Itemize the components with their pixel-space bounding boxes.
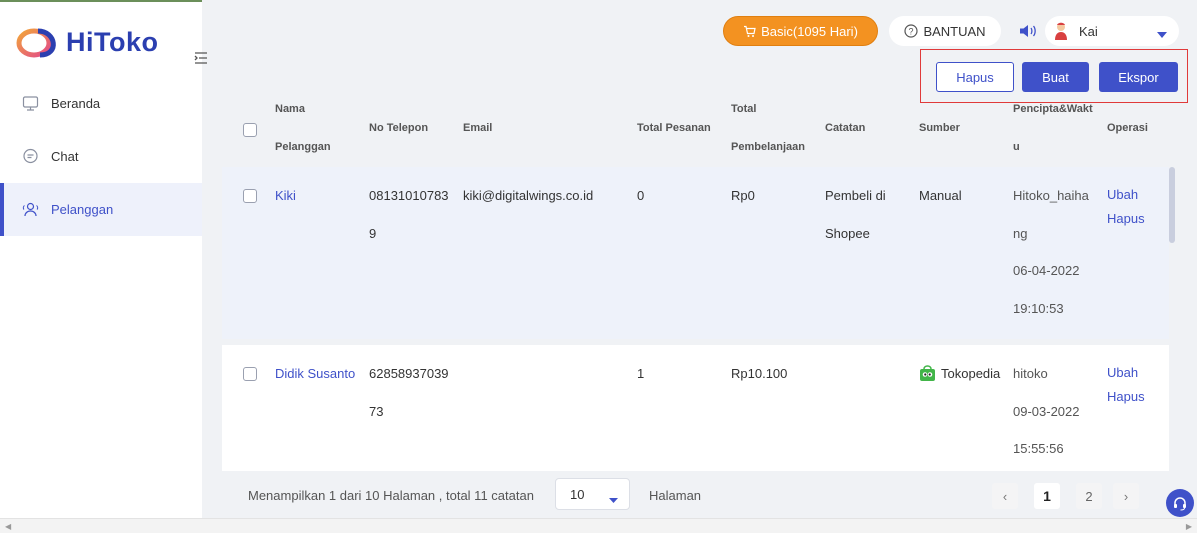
menu-collapse-icon[interactable] bbox=[193, 50, 209, 66]
monitor-icon bbox=[22, 95, 39, 112]
sidebar-item-beranda[interactable]: Beranda bbox=[0, 77, 202, 130]
sidebar-item-pelanggan[interactable]: Pelanggan bbox=[0, 183, 202, 236]
edit-link[interactable]: Ubah bbox=[1107, 183, 1138, 207]
column-header-spend-2: Pembelanjaan bbox=[731, 141, 805, 153]
page-size-select[interactable]: 10 bbox=[555, 478, 630, 510]
avatar bbox=[1051, 21, 1071, 41]
cell-spend: Rp10.100 bbox=[731, 366, 788, 381]
column-header-phone: No Telepon bbox=[369, 122, 429, 134]
page-label: Halaman bbox=[649, 488, 702, 503]
customer-name-link[interactable]: Kiki bbox=[275, 177, 296, 215]
cell-creator-2: ng bbox=[1013, 226, 1028, 241]
customer-name-link[interactable]: Didik Susanto bbox=[275, 355, 355, 393]
column-header-name: Nama bbox=[275, 103, 305, 115]
column-header-spend: Total bbox=[731, 103, 757, 115]
pagination-bar: Menampilkan 1 dari 10 Halaman , total 11… bbox=[222, 471, 1169, 518]
edit-link[interactable]: Ubah bbox=[1107, 361, 1138, 385]
plan-label: Basic(1095 Hari) bbox=[761, 23, 858, 39]
support-button[interactable] bbox=[1166, 489, 1194, 517]
export-button[interactable]: Ekspor bbox=[1099, 62, 1178, 92]
cell-phone-2: 73 bbox=[369, 404, 384, 419]
sidebar: HiToko Beranda Chat Pelanggan bbox=[0, 0, 202, 533]
table-scrollbar[interactable] bbox=[1169, 167, 1175, 243]
cell-created-date: 06-04-2022 bbox=[1013, 263, 1080, 278]
brand-logo[interactable]: HiToko bbox=[16, 27, 159, 58]
sidebar-nav: Beranda Chat Pelanggan bbox=[0, 77, 202, 236]
column-header-email: Email bbox=[463, 122, 493, 134]
cart-icon bbox=[744, 25, 756, 37]
next-page-button[interactable]: › bbox=[1113, 483, 1139, 509]
row-checkbox[interactable] bbox=[243, 367, 257, 381]
plan-button[interactable]: Basic(1095 Hari) bbox=[723, 16, 878, 46]
column-header-creator: Pencipta&Wakt bbox=[1013, 103, 1093, 115]
table-header: Nama Pelanggan No Telepon Email Total Pe… bbox=[222, 93, 1169, 165]
brand-name: HiToko bbox=[66, 27, 159, 57]
cell-created-time: 15:55:56 bbox=[1013, 441, 1064, 456]
pagination-summary: Menampilkan 1 dari 10 Halaman , total 11… bbox=[248, 488, 534, 503]
cell-phone: 62858937039 bbox=[369, 366, 449, 381]
chevron-down-icon bbox=[1157, 27, 1167, 42]
prev-page-button[interactable]: ‹ bbox=[992, 483, 1018, 509]
scroll-right-icon[interactable]: ▶ bbox=[1186, 522, 1192, 531]
speaker-icon[interactable] bbox=[1018, 23, 1038, 44]
cell-notes: Pembeli di bbox=[825, 188, 886, 203]
user-menu[interactable]: Kai bbox=[1045, 16, 1179, 46]
cell-phone: 08131010783 bbox=[369, 188, 449, 203]
cell-email: kiki@digitalwings.co.id bbox=[463, 188, 594, 203]
table-row[interactable]: Didik Susanto 62858937039 73 1 Rp10.100 … bbox=[222, 345, 1169, 471]
caret-down-icon bbox=[609, 492, 618, 507]
column-header-source: Sumber bbox=[919, 122, 960, 134]
horizontal-scrollbar[interactable]: ◀ ▶ bbox=[0, 518, 1197, 533]
help-label: BANTUAN bbox=[923, 23, 986, 39]
page-button-1[interactable]: 1 bbox=[1034, 483, 1060, 509]
help-button[interactable]: ? BANTUAN bbox=[889, 16, 1001, 46]
delete-link[interactable]: Hapus bbox=[1107, 385, 1145, 409]
create-button[interactable]: Buat bbox=[1022, 62, 1089, 92]
delete-link[interactable]: Hapus bbox=[1107, 207, 1145, 231]
cell-source: Manual bbox=[919, 188, 962, 203]
source-label: Tokopedia bbox=[941, 366, 1001, 381]
cell-source: Tokopedia bbox=[919, 355, 1000, 393]
tokopedia-icon bbox=[919, 365, 936, 382]
cell-phone-2: 9 bbox=[369, 226, 377, 241]
cell-orders: 1 bbox=[637, 366, 645, 381]
cell-created-time: 19:10:53 bbox=[1013, 301, 1064, 316]
sidebar-item-label: Pelanggan bbox=[51, 202, 114, 217]
cell-creator: Hitoko_haiha bbox=[1013, 188, 1089, 203]
column-header-ops: Operasi bbox=[1107, 122, 1148, 134]
scroll-left-icon[interactable]: ◀ bbox=[5, 522, 11, 531]
column-header-notes: Catatan bbox=[825, 122, 866, 134]
sidebar-item-chat[interactable]: Chat bbox=[0, 130, 202, 183]
cell-orders: 0 bbox=[637, 188, 645, 203]
logo-icon bbox=[16, 28, 60, 58]
users-icon bbox=[22, 201, 39, 218]
cell-created-date: 09-03-2022 bbox=[1013, 404, 1080, 419]
row-checkbox[interactable] bbox=[243, 189, 257, 203]
cell-creator: hitoko bbox=[1013, 366, 1048, 381]
cell-notes-2: Shopee bbox=[825, 226, 870, 241]
chat-icon bbox=[22, 148, 39, 165]
column-header-name-2: Pelanggan bbox=[275, 141, 331, 153]
sidebar-item-label: Chat bbox=[51, 149, 79, 164]
delete-button[interactable]: Hapus bbox=[936, 62, 1014, 92]
customer-table: Nama Pelanggan No Telepon Email Total Pe… bbox=[222, 93, 1169, 471]
headset-icon bbox=[1174, 497, 1186, 511]
help-icon: ? bbox=[904, 24, 919, 38]
user-name: Kai bbox=[1079, 23, 1098, 39]
svg-text:?: ? bbox=[909, 26, 914, 36]
select-all-checkbox[interactable] bbox=[243, 123, 257, 137]
column-header-creator-2: u bbox=[1013, 141, 1020, 153]
sidebar-item-label: Beranda bbox=[51, 96, 101, 111]
table-row[interactable]: Kiki 08131010783 9 kiki@digitalwings.co.… bbox=[222, 167, 1169, 339]
page-button-2[interactable]: 2 bbox=[1076, 483, 1102, 509]
column-header-orders: Total Pesanan bbox=[637, 122, 711, 134]
page-size-value: 10 bbox=[570, 486, 585, 502]
cell-spend: Rp0 bbox=[731, 188, 755, 203]
